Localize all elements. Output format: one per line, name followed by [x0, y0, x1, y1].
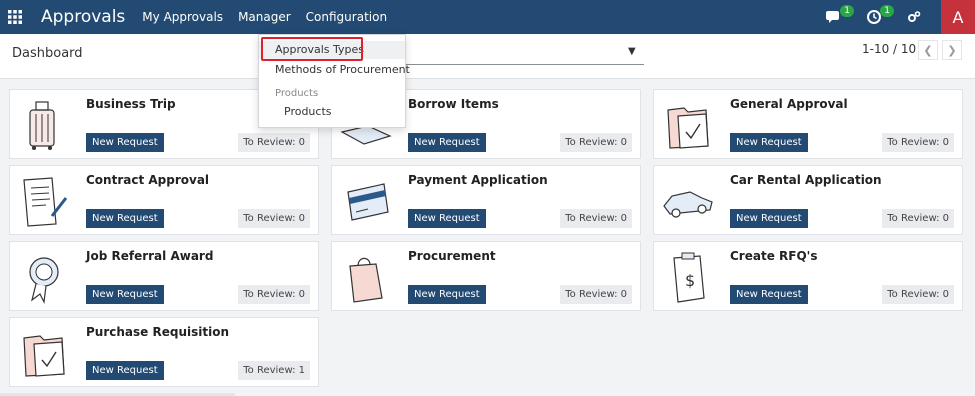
card-title[interactable]: Purchase Requisition [86, 325, 229, 339]
pager-next-button[interactable]: ❯ [942, 40, 962, 60]
card-title[interactable]: Borrow Items [408, 97, 499, 111]
activities-button[interactable]: 1 [863, 5, 894, 28]
apps-menu-button[interactable] [0, 0, 30, 34]
to-review-button[interactable]: To Review: 0 [882, 209, 954, 228]
card-title[interactable]: Job Referral Award [86, 249, 213, 263]
new-request-button[interactable]: New Request [86, 209, 164, 228]
car-icon [663, 191, 713, 218]
chevron-right-icon: ❯ [947, 43, 957, 57]
menu-my-approvals[interactable]: My Approvals [142, 10, 223, 24]
menu-section-header-products: Products [275, 88, 319, 99]
card-title[interactable]: Procurement [408, 249, 496, 263]
clipboard-dollar-icon: $ [673, 252, 705, 303]
breadcrumb: Dashboard [12, 46, 83, 61]
new-request-button[interactable]: New Request [408, 209, 486, 228]
new-request-button[interactable]: New Request [86, 133, 164, 152]
control-panel: Dashboard ▼ 1-10 / 10 ❮ ❯ [0, 34, 975, 79]
to-review-button[interactable]: To Review: 0 [882, 133, 954, 152]
menu-item-methods-of-procurement[interactable]: Methods of Procurement [259, 63, 410, 76]
to-review-button[interactable]: To Review: 1 [238, 361, 310, 380]
app-title[interactable]: Approvals [41, 7, 125, 27]
cogs-icon [908, 11, 921, 22]
navbar-systray: 1 1 A [823, 0, 975, 34]
to-review-button[interactable]: To Review: 0 [882, 285, 954, 304]
activities-count-badge: 1 [880, 5, 894, 17]
shopping-bag-icon [349, 257, 383, 303]
search-input[interactable] [406, 64, 644, 65]
clock-icon [867, 10, 881, 24]
menu-configuration[interactable]: Configuration [306, 10, 387, 24]
highlight-box [261, 37, 363, 61]
card-title[interactable]: Payment Application [408, 173, 548, 187]
to-review-button[interactable]: To Review: 0 [560, 209, 632, 228]
card-title[interactable]: Create RFQ's [730, 249, 817, 263]
card-title[interactable]: General Approval [730, 97, 848, 111]
to-review-button[interactable]: To Review: 0 [560, 285, 632, 304]
folder-check-icon [23, 335, 65, 377]
card-title[interactable]: Business Trip [86, 97, 176, 111]
contract-pen-icon [23, 177, 68, 227]
svg-text:$: $ [685, 271, 695, 290]
to-review-button[interactable]: To Review: 0 [560, 133, 632, 152]
new-request-button[interactable]: New Request [86, 361, 164, 380]
menu-item-products[interactable]: Products [259, 105, 405, 118]
to-review-button[interactable]: To Review: 0 [238, 209, 310, 228]
messages-count-badge: 1 [840, 5, 854, 17]
user-avatar[interactable]: A [941, 0, 975, 34]
approval-card-procurement: Procurement New Request To Review: 0 [331, 241, 641, 311]
pager-previous-button[interactable]: ❮ [918, 40, 938, 60]
new-request-button[interactable]: New Request [86, 285, 164, 304]
main-menu: My Approvals Manager Configuration [142, 10, 402, 24]
luggage-icon [29, 101, 55, 150]
messages-button[interactable]: 1 [823, 5, 854, 28]
folder-check-icon [667, 107, 709, 149]
to-review-button[interactable]: To Review: 0 [238, 285, 310, 304]
settings-button[interactable] [903, 6, 925, 28]
card-title[interactable]: Contract Approval [86, 173, 209, 187]
top-navbar: Approvals My Approvals Manager Configura… [0, 0, 975, 34]
menu-manager[interactable]: Manager [238, 10, 291, 24]
pager-value[interactable]: 1-10 / 10 [862, 42, 916, 56]
chevron-left-icon: ❮ [923, 43, 933, 57]
search-options-caret-icon[interactable]: ▼ [628, 46, 636, 57]
new-request-button[interactable]: New Request [730, 285, 808, 304]
card-title[interactable]: Car Rental Application [730, 173, 882, 187]
approval-card-create-rfqs: $ Create RFQ's New Request To Review: 0 [653, 241, 963, 311]
approval-card-purchase-requisition: Purchase Requisition New Request To Revi… [9, 317, 319, 387]
approval-card-job-referral-award: Job Referral Award New Request To Review… [9, 241, 319, 311]
approval-card-contract-approval: Contract Approval New Request To Review:… [9, 165, 319, 235]
approval-card-payment-application: Payment Application New Request To Revie… [331, 165, 641, 235]
approval-card-car-rental: Car Rental Application New Request To Re… [653, 165, 963, 235]
new-request-button[interactable]: New Request [730, 209, 808, 228]
new-request-button[interactable]: New Request [730, 133, 808, 152]
grid-icon [8, 10, 22, 24]
to-review-button[interactable]: To Review: 0 [238, 133, 310, 152]
credit-card-icon [347, 183, 389, 221]
new-request-button[interactable]: New Request [408, 285, 486, 304]
award-icon [29, 257, 59, 305]
approval-card-general-approval: General Approval New Request To Review: … [653, 89, 963, 159]
new-request-button[interactable]: New Request [408, 133, 486, 152]
